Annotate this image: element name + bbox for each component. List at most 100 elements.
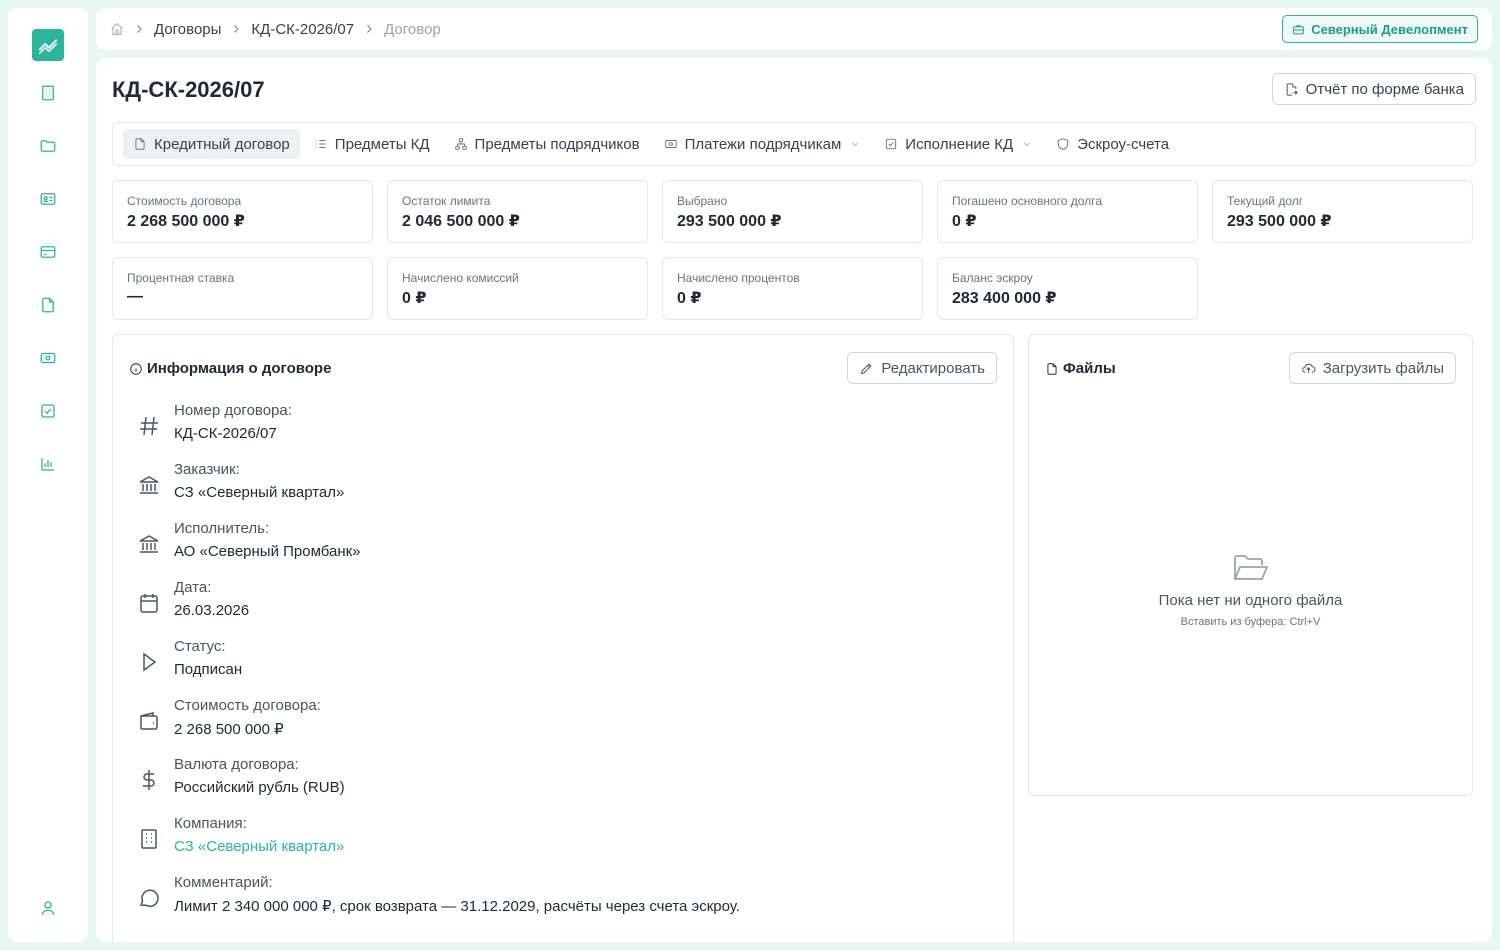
- tab-contract-execution[interactable]: Исполнение КД: [874, 129, 1042, 159]
- bank-report-button[interactable]: Отчёт по форме банка: [1271, 73, 1476, 105]
- home-icon[interactable]: [110, 22, 124, 36]
- field-value: АО «Северный Промбанк»: [174, 543, 361, 560]
- sidebar-item-money[interactable]: [28, 338, 68, 378]
- company-link[interactable]: СЗ «Северный квартал»: [174, 838, 344, 855]
- stat-interest-rate: Процентная ставка —: [112, 257, 373, 320]
- stat-value: 0 ₽: [402, 290, 427, 307]
- list-icon: [316, 140, 326, 148]
- edit-button[interactable]: Редактировать: [847, 352, 997, 384]
- tab-contractor-items[interactable]: Предметы подрядчиков: [444, 129, 650, 159]
- tab-label: Эскроу-счета: [1077, 135, 1170, 153]
- files-empty-state: Пока нет ни одного файла Вставить из буф…: [1029, 552, 1472, 628]
- field-value: Российский рубль (RUB): [174, 779, 345, 796]
- sidebar-item-folders[interactable]: [28, 126, 68, 166]
- sidebar: [8, 8, 88, 942]
- stat-value: 293 500 000 ₽: [677, 213, 782, 230]
- field-status: Статус: Подписан: [137, 638, 997, 684]
- breadcrumb-contract-number[interactable]: КД-СК-2026/07: [251, 21, 354, 38]
- sidebar-item-tasks[interactable]: [28, 391, 68, 431]
- info-icon: [130, 362, 142, 375]
- breadcrumb-contracts[interactable]: Договоры: [154, 21, 221, 38]
- pencil-icon: [861, 362, 872, 374]
- stat-principal-repaid: Погашено основного долга 0 ₽: [937, 180, 1198, 243]
- stat-drawn: Выбрано 293 500 000 ₽: [662, 180, 923, 243]
- field-label: Стоимость договора:: [174, 697, 321, 714]
- field-value: Подписан: [174, 661, 243, 678]
- field-label: Исполнитель:: [174, 520, 270, 537]
- stat-value: 293 500 000 ₽: [1227, 213, 1332, 230]
- panel-title-text: Информация о договоре: [147, 360, 332, 377]
- field-company: Компания: СЗ «Северный квартал»: [137, 815, 997, 861]
- building-icon: [42, 85, 54, 101]
- tab-contractor-payments[interactable]: Платежи подрядчикам: [654, 129, 871, 159]
- sidebar-nav: [28, 73, 68, 497]
- field-label: Компания:: [174, 815, 247, 832]
- sidebar-item-payments[interactable]: [28, 232, 68, 272]
- bank-icon: [137, 473, 161, 497]
- tab-contract-items[interactable]: Предметы КД: [304, 129, 440, 159]
- files-panel: Файлы Загрузить файлы Пока нет ни одного…: [1028, 334, 1473, 796]
- chevron-down-icon: [1023, 142, 1031, 147]
- upload-files-button[interactable]: Загрузить файлы: [1288, 352, 1456, 384]
- stat-label: Текущий долг: [1227, 194, 1304, 208]
- file-export-icon: [1286, 82, 1298, 96]
- stat-label: Стоимость договора: [127, 194, 242, 208]
- tab-label: Предметы подрядчиков: [474, 135, 640, 153]
- stat-value: 283 400 000 ₽: [952, 290, 1057, 307]
- stat-label: Выбрано: [677, 194, 728, 208]
- field-value: КД-СК-2026/07: [174, 425, 277, 442]
- hash-icon: [137, 414, 161, 438]
- field-currency: Валюта договора: Российский рубль (RUB): [137, 756, 997, 802]
- upload-files-label: Загрузить файлы: [1322, 359, 1444, 377]
- stat-label: Баланс эскроу: [952, 271, 1033, 285]
- field-customer: Заказчик: СЗ «Северный квартал»: [137, 461, 997, 507]
- tab-label: Платежи подрядчикам: [684, 135, 842, 153]
- sidebar-item-reports[interactable]: [28, 444, 68, 484]
- edit-button-label: Редактировать: [881, 359, 985, 377]
- breadcrumb-current: Договор: [384, 20, 441, 38]
- files-empty-text: Пока нет ни одного файла: [1158, 592, 1343, 609]
- trend-chart-icon[interactable]: [32, 29, 64, 61]
- stat-commissions: Начислено комиссий 0 ₽: [387, 257, 648, 320]
- field-label: Заказчик:: [174, 461, 240, 478]
- bank-report-label: Отчёт по форме банка: [1305, 80, 1464, 98]
- stat-value: —: [127, 288, 143, 305]
- stat-label: Остаток лимита: [402, 194, 491, 208]
- stat-value: 2 268 500 000 ₽: [127, 213, 245, 230]
- sidebar-item-documents[interactable]: [28, 285, 68, 325]
- panel-title-text: Файлы: [1063, 360, 1116, 377]
- sidebar-item-buildings[interactable]: [28, 73, 68, 113]
- contract-info-title: Информация о договоре: [129, 360, 331, 377]
- field-contract-number: Номер договора: КД-СК-2026/07: [137, 402, 997, 448]
- tab-bar: Кредитный договор Предметы КД Предметы п…: [112, 122, 1476, 166]
- field-label: Комментарий:: [174, 874, 273, 891]
- shield-icon: [1058, 138, 1069, 150]
- company-switch-button[interactable]: Северный Девелопмент: [1282, 15, 1478, 43]
- dollar-icon: [137, 768, 161, 792]
- stat-interest-accrued: Начислено процентов 0 ₽: [662, 257, 923, 320]
- field-contractor: Исполнитель: АО «Северный Промбанк»: [137, 520, 997, 566]
- main-content: КД-СК-2026/07 Отчёт по форме банка Креди…: [96, 58, 1492, 942]
- field-value: 26.03.2026: [174, 602, 250, 619]
- file-icon: [1047, 362, 1057, 375]
- stat-limit-remaining: Остаток лимита 2 046 500 000 ₽: [387, 180, 648, 243]
- play-icon: [137, 650, 161, 674]
- files-paste-hint: Вставить из буфера: Ctrl+V: [1180, 616, 1321, 628]
- stat-value: 0 ₽: [952, 213, 977, 230]
- field-label: Номер договора:: [174, 402, 292, 419]
- id-card-icon: [40, 193, 56, 205]
- hierarchy-icon: [454, 138, 467, 150]
- stat-label: Начислено процентов: [677, 271, 800, 285]
- tab-label: Кредитный договор: [154, 135, 290, 153]
- tab-escrow-accounts[interactable]: Эскроу-счета: [1046, 129, 1179, 159]
- tab-credit-contract[interactable]: Кредитный договор: [123, 129, 300, 159]
- stat-current-debt: Текущий долг 293 500 000 ₽: [1212, 180, 1473, 243]
- sidebar-item-cards[interactable]: [28, 179, 68, 219]
- stat-label: Процентная ставка: [127, 271, 235, 285]
- field-value: Лимит 2 340 000 000 ₽, срок возврата — 3…: [174, 898, 740, 915]
- topbar: Договоры КД-СК-2026/07 Договор Северный …: [96, 8, 1492, 50]
- banknote-icon: [40, 352, 56, 364]
- sidebar-item-profile[interactable]: [28, 888, 68, 928]
- stat-contract-value: Стоимость договора 2 268 500 000 ₽: [112, 180, 373, 243]
- stat-escrow-balance: Баланс эскроу 283 400 000 ₽: [937, 257, 1198, 320]
